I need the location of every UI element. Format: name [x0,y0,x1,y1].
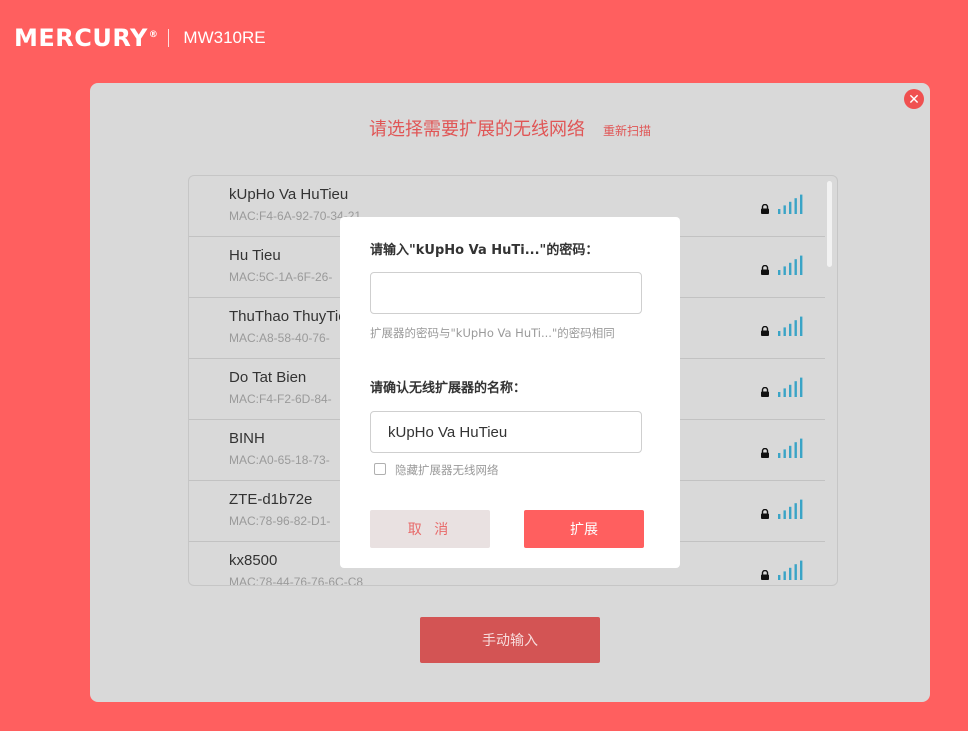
network-mac: MAC:78-96-82-D1- [229,514,331,528]
network-mac: MAC:5C-1A-6F-26- [229,270,333,284]
lock-icon [761,265,769,275]
brand-divider [168,29,170,47]
rescan-link[interactable]: 重新扫描 [603,124,651,138]
wifi-signal-icon [778,438,803,458]
extend-button[interactable]: 扩展 [524,510,644,548]
lock-icon [761,387,769,397]
close-icon[interactable]: ✕ [904,89,924,109]
network-ssid: Do Tat Bien [229,369,307,386]
network-mac: MAC:A8-58-40-76- [229,331,330,345]
brand-logo: MERCURY® [14,24,159,52]
panel-title-row: 请选择需要扩展的无线网络 重新扫描 [90,115,930,141]
lock-icon [761,326,769,336]
password-hint: 扩展器的密码与"kUpHo Va HuTi..."的密码相同 [370,326,615,340]
hide-network-checkbox[interactable] [374,463,386,475]
network-ssid: kUpHo Va HuTieu [229,186,349,203]
network-ssid: ThuThao ThuyTie [229,308,347,325]
network-mac: MAC:78-44-76-76-6C-C8 [229,575,364,586]
network-ssid: Hu Tieu [229,247,281,264]
network-ssid: kx8500 [229,552,278,569]
network-ssid: BINH [229,430,265,447]
wifi-signal-icon [778,255,803,275]
manual-input-button[interactable]: 手动输入 [420,617,600,663]
extender-name-input[interactable]: kUpHo Va HuTieu [370,411,642,453]
panel-title: 请选择需要扩展的无线网络 [368,119,585,140]
extender-name-label: 请确认无线扩展器的名称： [370,381,527,396]
lock-icon [761,509,769,519]
brand-header: MERCURY® MW310RE [14,24,266,52]
lock-icon [761,570,769,580]
password-label: 请输入"kUpHo Va HuTi..."的密码： [370,243,599,258]
wifi-signal-icon [778,316,803,336]
cancel-button[interactable]: 取 消 [370,510,490,548]
wifi-signal-icon [778,560,803,580]
wifi-signal-icon [778,194,803,214]
hide-network-label: 隐藏扩展器无线网络 [395,463,499,477]
password-input[interactable] [370,272,642,314]
wifi-signal-icon [778,377,803,397]
lock-icon [761,448,769,458]
wifi-signal-icon [778,499,803,519]
model-name: MW310RE [183,28,266,47]
network-mac: MAC:F4-F2-6D-84- [229,392,332,406]
lock-icon [761,204,769,214]
password-dialog: 请输入"kUpHo Va HuTi..."的密码： 扩展器的密码与"kUpHo … [340,217,680,568]
network-ssid: ZTE-d1b72e [229,491,313,508]
list-scrollbar[interactable] [827,181,832,267]
network-mac: MAC:A0-65-18-73- [229,453,330,467]
